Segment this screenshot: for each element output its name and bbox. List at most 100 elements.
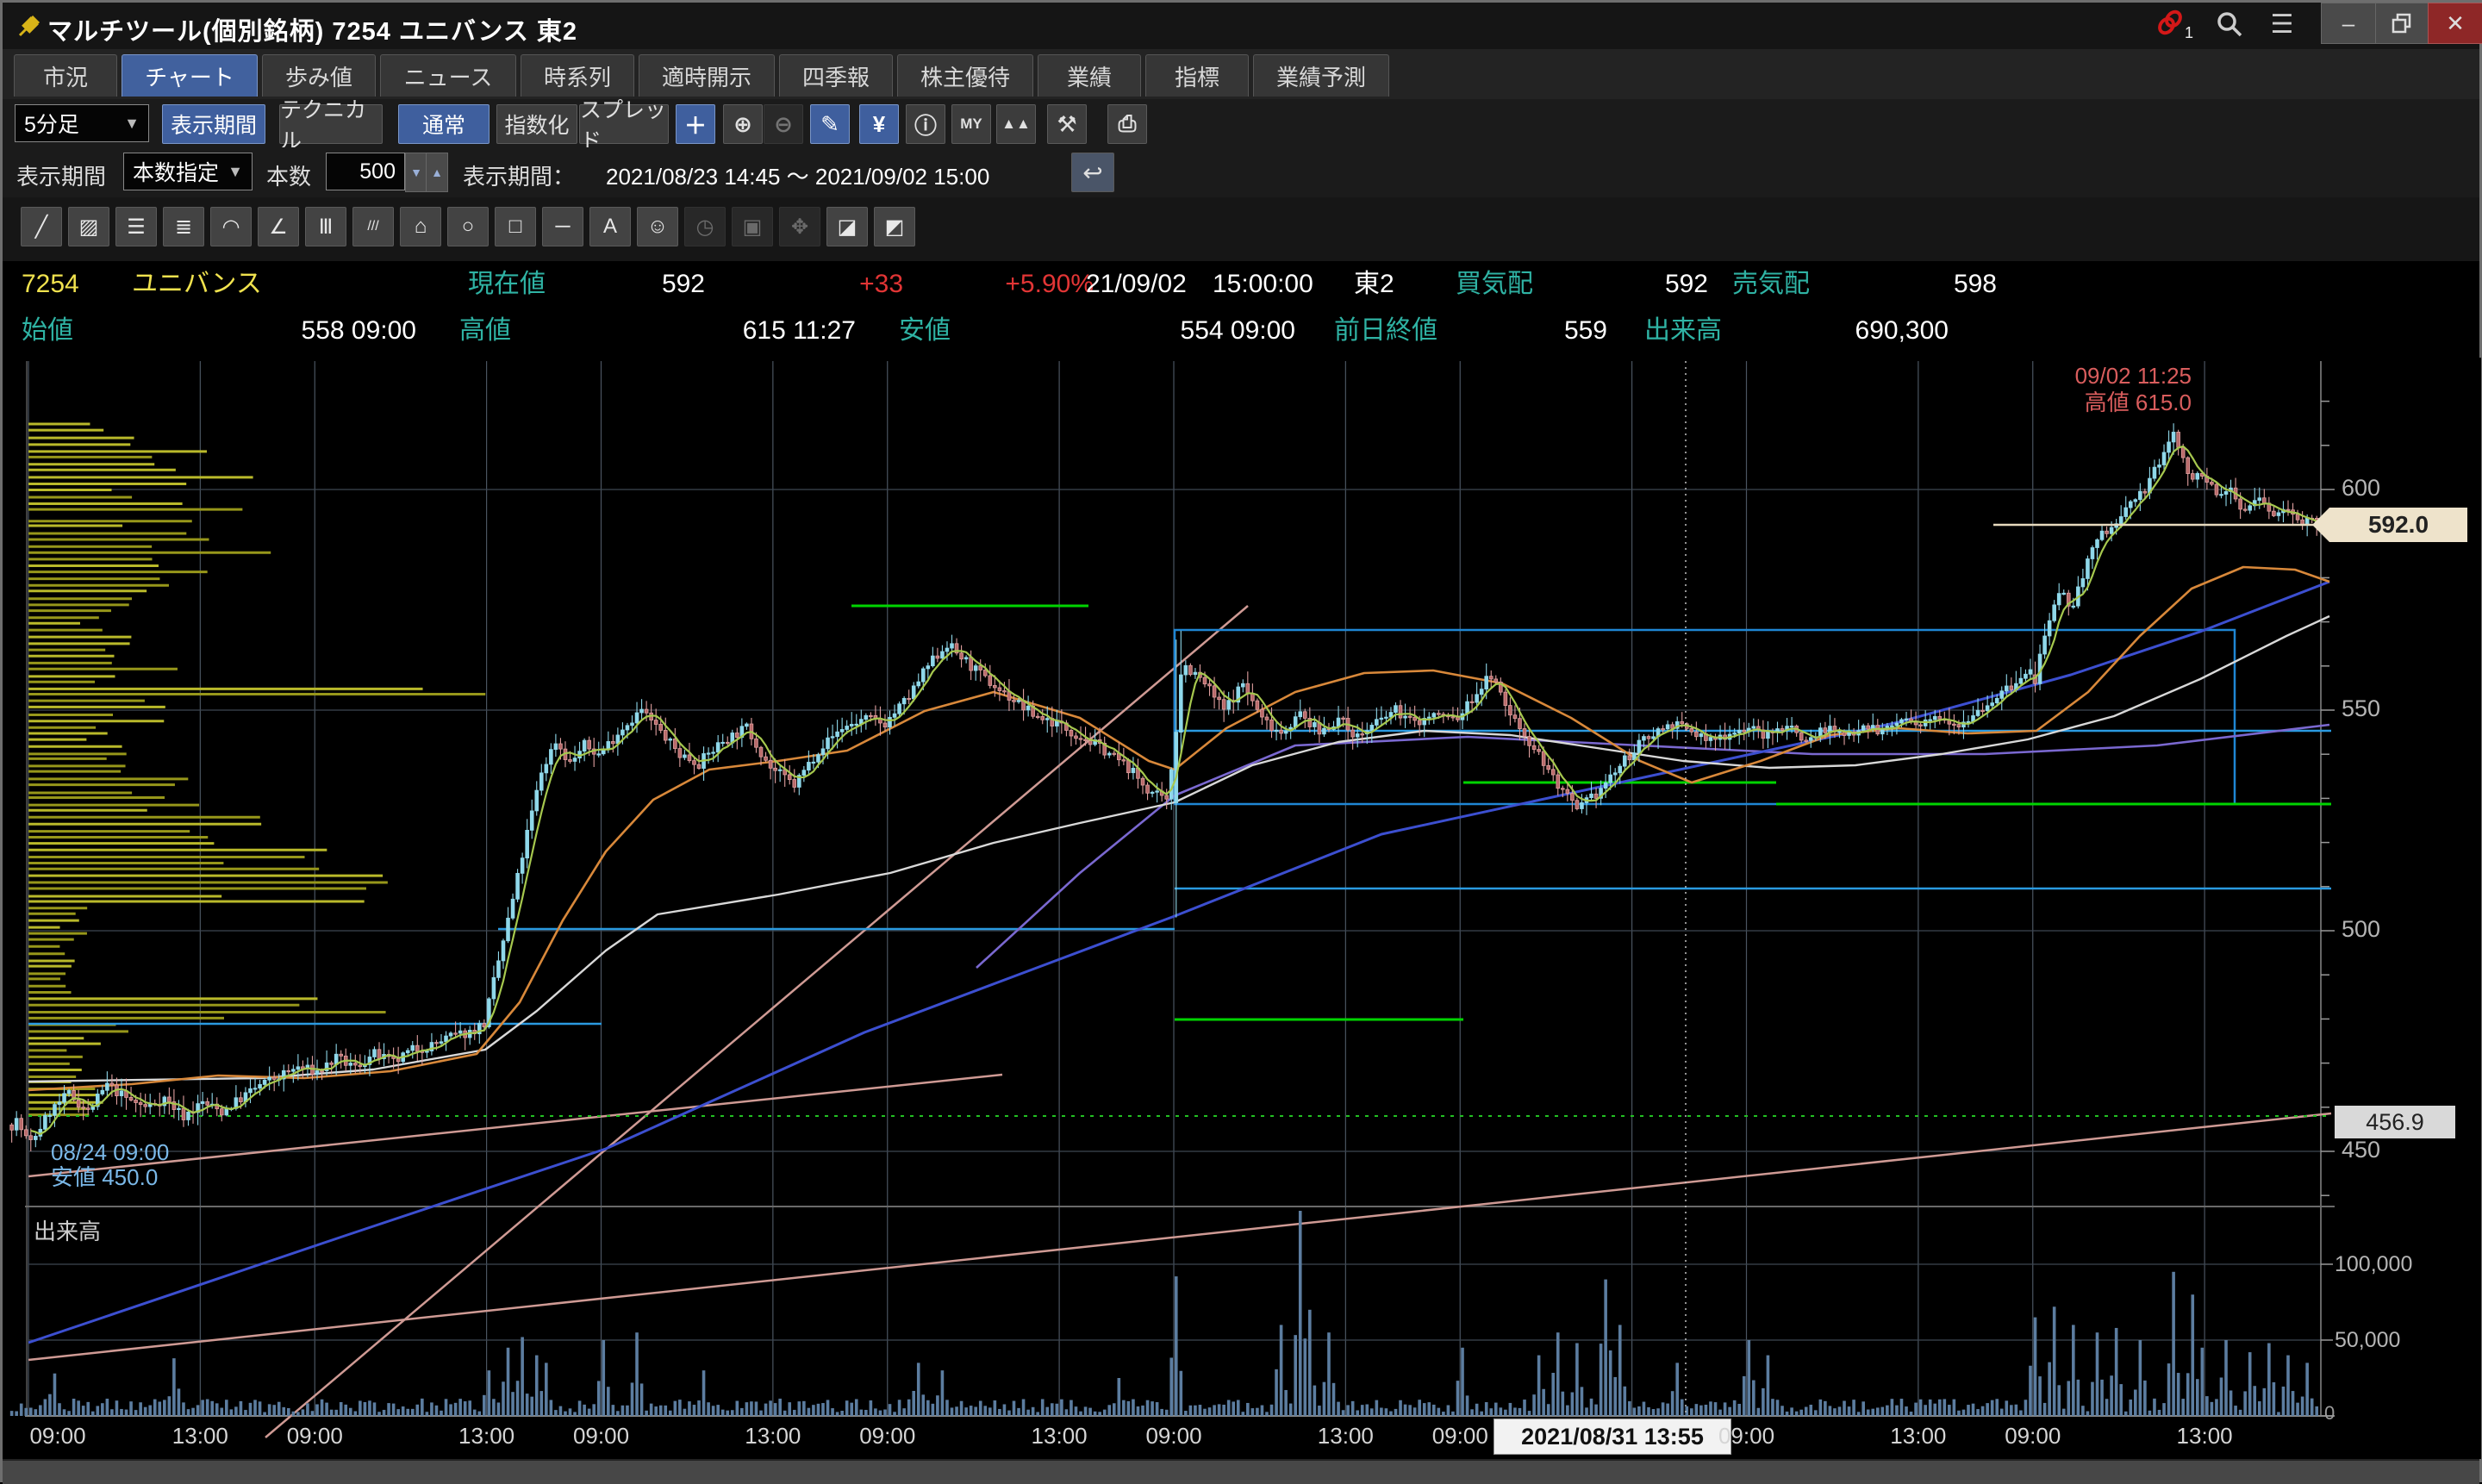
low-value: 554 09:00: [1088, 308, 1295, 354]
fib-arc-tool[interactable]: ◠: [210, 207, 252, 246]
time-axis-label: 13:00: [1032, 1423, 1088, 1450]
restore-button[interactable]: [2375, 3, 2429, 44]
button-テクニカル[interactable]: テクニカル: [279, 104, 383, 144]
high-annotation: 09/02 11:25高値 615.0: [2075, 363, 2192, 416]
pencil-icon[interactable]: ✎: [810, 104, 850, 144]
info-icon[interactable]: ⓘ: [906, 104, 945, 144]
eraser-tool[interactable]: ◪: [826, 207, 868, 246]
market-name: 東2: [1354, 261, 1394, 308]
count-input[interactable]: 500: [326, 153, 405, 190]
volume-axis-100k: 100,000: [2335, 1252, 2412, 1277]
quote-time: 15:00:00: [1213, 261, 1313, 308]
button-指数化[interactable]: 指数化: [496, 104, 577, 144]
link-icon[interactable]: 1: [2155, 8, 2193, 41]
volume-axis-zero: 0: [2324, 1402, 2335, 1425]
period-mode-select[interactable]: 本数指定▼: [123, 153, 253, 190]
crosshair-icon[interactable]: ＋: [676, 104, 715, 144]
tab-ニュース[interactable]: ニュース: [380, 54, 516, 97]
horizontal-line-tool[interactable]: ─: [542, 207, 583, 246]
time-axis-label: 09:00: [573, 1423, 629, 1450]
rectangle-tool[interactable]: □: [495, 207, 536, 246]
drawing-toolbar: ╱▨☰≣◠∠Ⅲ///⌂○□─A☺◷▣✥◪◩: [3, 197, 2479, 261]
eraser-all-tool[interactable]: ◩: [874, 207, 915, 246]
drag-object-tool[interactable]: ✥: [779, 207, 820, 246]
fib-timezone-tool[interactable]: Ⅲ: [305, 207, 346, 246]
volume-value: 690,300: [1778, 308, 1949, 354]
window-title: マルチツール(個別銘柄) 7254 ユニバンス 東2: [47, 11, 577, 47]
wrench-icon[interactable]: ⚒: [1047, 104, 1087, 144]
copy-object-tool[interactable]: ▣: [732, 207, 773, 246]
open-value: 558 09:00: [209, 308, 416, 354]
search-icon[interactable]: [2211, 8, 2248, 41]
chart-area[interactable]: 09/02 11:25高値 615.0 08/24 09:00安値 450.0 …: [3, 358, 2481, 1459]
minimize-button[interactable]: –: [2321, 3, 2376, 44]
text-tool[interactable]: A: [589, 207, 631, 246]
quote-date: 21/09/02: [1086, 261, 1187, 308]
window-bottom-bar[interactable]: [3, 1459, 2479, 1484]
period-toolbar: 表示期間 本数指定▼ 本数 500 ▼ ▲ 表示期間： 2021/08/23 1…: [3, 147, 2479, 197]
volume-axis-50k: 50,000: [2335, 1328, 2400, 1353]
count-down-spinner[interactable]: ▼: [405, 153, 427, 192]
button-表示期間[interactable]: 表示期間: [162, 104, 265, 144]
open-label: 始値: [22, 308, 73, 354]
tab-株主優待[interactable]: 株主優待: [897, 54, 1033, 97]
price-axis-label-600: 600: [2342, 475, 2380, 502]
tab-時系列[interactable]: 時系列: [521, 54, 634, 97]
my-chart-icon[interactable]: MY: [951, 104, 991, 144]
interval-select[interactable]: 5分足▼: [15, 104, 149, 142]
tab-四季報[interactable]: 四季報: [779, 54, 893, 97]
button-通常[interactable]: 通常: [398, 104, 490, 144]
tab-歩み値[interactable]: 歩み値: [262, 54, 376, 97]
title-bar: マルチツール(個別銘柄) 7254 ユニバンス 東2 1 ☰ – ✕: [3, 3, 2479, 49]
ask-price: 598: [1890, 261, 1997, 308]
menu-icon[interactable]: ☰: [2262, 8, 2302, 41]
button-スプレッド[interactable]: スプレッド: [579, 104, 669, 144]
yen-icon[interactable]: ¥: [859, 104, 899, 144]
time-axis-label: 09:00: [1145, 1423, 1201, 1450]
count-up-spinner[interactable]: ▲: [426, 153, 448, 192]
time-axis-label: 13:00: [1318, 1423, 1374, 1450]
trendline-tool[interactable]: ╱: [21, 207, 62, 246]
time-axis-label: 09:00: [1718, 1423, 1774, 1450]
printer-icon[interactable]: ⎙: [1107, 104, 1147, 144]
crosshair-datetime-tooltip: 2021/08/31 13:55: [1494, 1419, 1731, 1455]
stock-name: ユニバンス: [132, 261, 262, 308]
price-axis-label-550: 550: [2342, 695, 2380, 722]
tab-指標[interactable]: 指標: [1145, 54, 1249, 97]
tab-チャート[interactable]: チャート: [122, 54, 258, 97]
tab-業績予測[interactable]: 業績予測: [1253, 54, 1389, 97]
chart-toolbar: 5分足▼ 表示期間テクニカル通常指数化スプレッド ＋⊕⊖✎¥ⓘMY▲▲ ⚒ ⎙: [3, 99, 2479, 147]
period-label: 表示期間: [16, 159, 106, 191]
mountain-chart-icon[interactable]: ▲▲: [996, 104, 1036, 144]
current-price-label: 現在値: [468, 261, 546, 308]
undo-icon[interactable]: ↩: [1071, 153, 1114, 192]
zoom-in-icon[interactable]: ⊕: [723, 104, 763, 144]
trendline-value-readout: 456.9: [2335, 1106, 2455, 1138]
ruler-tool[interactable]: ▨: [68, 207, 109, 246]
range-value: 2021/08/23 14:45 ～ 2021/09/02 15:00: [606, 159, 989, 191]
time-axis-label: 09:00: [859, 1423, 915, 1450]
ray-fan-tool[interactable]: ///: [352, 207, 394, 246]
time-axis-label: 09:00: [287, 1423, 343, 1450]
time-arrow-tool[interactable]: ◷: [684, 207, 726, 246]
pentagon-tool[interactable]: ⌂: [400, 207, 441, 246]
icon-stamp-tool[interactable]: ☺: [637, 207, 678, 246]
low-annotation: 08/24 09:00安値 450.0: [51, 1140, 169, 1190]
time-axis-label: 13:00: [1890, 1423, 1946, 1450]
zoom-out-icon[interactable]: ⊖: [764, 104, 803, 144]
current-price-callout: 592.0: [2329, 508, 2467, 542]
bid-label: 買気配: [1456, 261, 1533, 308]
current-price: 592: [597, 261, 705, 308]
time-axis-label: 09:00: [2005, 1423, 2061, 1450]
parallel-lines-tool[interactable]: ☰: [115, 207, 157, 246]
ellipse-tool[interactable]: ○: [447, 207, 489, 246]
tab-業績[interactable]: 業績: [1038, 54, 1141, 97]
tab-適時開示[interactable]: 適時開示: [639, 54, 775, 97]
fib-fan-tool[interactable]: ∠: [258, 207, 299, 246]
high-label: 高値: [459, 308, 511, 354]
multi-lines-tool[interactable]: ≣: [163, 207, 204, 246]
time-axis-label: 09:00: [29, 1423, 85, 1450]
count-label: 本数: [266, 159, 311, 191]
close-button[interactable]: ✕: [2428, 3, 2482, 44]
tab-市況[interactable]: 市況: [14, 54, 117, 97]
